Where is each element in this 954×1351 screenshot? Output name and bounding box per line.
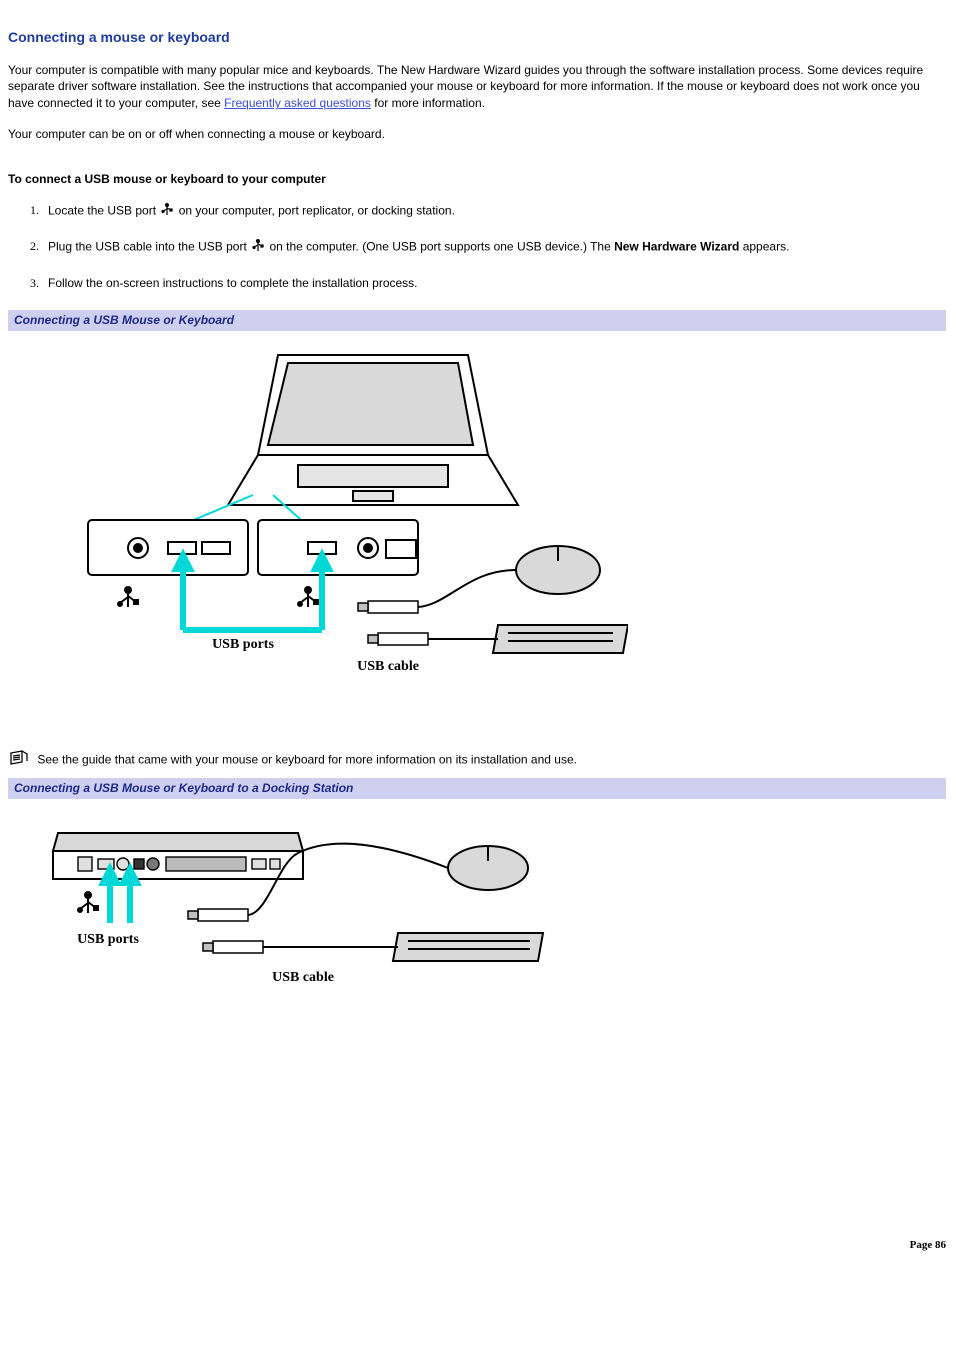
step-2-text-a: Plug the USB cable into the USB port bbox=[48, 240, 250, 254]
sub-heading: To connect a USB mouse or keyboard to yo… bbox=[8, 171, 946, 188]
figure-1-caption: Connecting a USB Mouse or Keyboard bbox=[8, 310, 946, 331]
step-3-text: Follow the on-screen instructions to com… bbox=[48, 275, 946, 292]
page-footer: Page 86 bbox=[8, 1238, 946, 1253]
label-usb-ports: USB ports bbox=[212, 637, 274, 652]
figure-2: USB ports USB cable bbox=[8, 799, 946, 1018]
note-text: See the guide that came with your mouse … bbox=[37, 752, 577, 766]
intro-paragraph: Your computer is compatible with many po… bbox=[8, 62, 946, 112]
step-2-text-c: appears. bbox=[743, 240, 790, 254]
step-2-bold: New Hardware Wizard bbox=[614, 240, 739, 254]
step-1: 1. Locate the USB port on your computer,… bbox=[8, 202, 946, 221]
usb-laptop-diagram: USB ports USB cable bbox=[68, 345, 628, 675]
label-usb-ports-2: USB ports bbox=[77, 932, 139, 947]
figure-2-caption: Connecting a USB Mouse or Keyboard to a … bbox=[8, 778, 946, 799]
step-1-text-b: on your computer, port replicator, or do… bbox=[179, 203, 455, 217]
faq-link[interactable]: Frequently asked questions bbox=[224, 96, 371, 110]
steps-list: 1. Locate the USB port on your computer,… bbox=[8, 202, 946, 292]
note-icon bbox=[8, 750, 30, 771]
step-2: 2. Plug the USB cable into the USB port … bbox=[8, 238, 946, 257]
note-row: See the guide that came with your mouse … bbox=[8, 750, 946, 771]
step-3: 3. Follow the on-screen instructions to … bbox=[8, 275, 946, 292]
figure-1: USB ports USB cable bbox=[8, 331, 946, 700]
usb-icon bbox=[252, 238, 264, 257]
step-number: 3. bbox=[8, 275, 48, 292]
label-usb-cable-2: USB cable bbox=[272, 970, 334, 985]
step-2-text-b: on the computer. (One USB port supports … bbox=[269, 240, 614, 254]
usb-icon bbox=[161, 202, 173, 221]
usb-docking-diagram: USB ports USB cable bbox=[38, 813, 558, 993]
step-number: 2. bbox=[8, 238, 48, 255]
step-number: 1. bbox=[8, 202, 48, 219]
label-usb-cable: USB cable bbox=[357, 659, 419, 674]
intro-text-b: for more information. bbox=[374, 96, 485, 110]
intro-paragraph-2: Your computer can be on or off when conn… bbox=[8, 126, 946, 143]
section-title: Connecting a mouse or keyboard bbox=[8, 28, 946, 48]
step-1-text-a: Locate the USB port bbox=[48, 203, 159, 217]
